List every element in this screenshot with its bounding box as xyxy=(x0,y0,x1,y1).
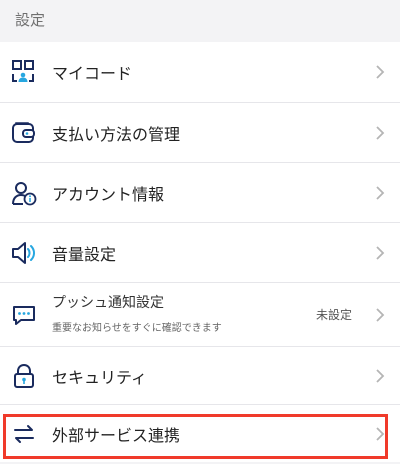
swap-arrows-icon xyxy=(11,421,37,447)
settings-item-label: 支払い方法の管理 xyxy=(52,124,181,144)
settings-item-label: 外部サービス連携 xyxy=(52,425,181,445)
settings-list: マイコード 支払い方法の管理 アカウント情報 音量設定 プッシュ通知設定 重要な… xyxy=(0,42,400,462)
settings-item-account-info[interactable]: アカウント情報 xyxy=(0,162,400,222)
chevron-right-icon xyxy=(376,245,385,260)
chevron-right-icon xyxy=(376,65,385,79)
speaker-icon xyxy=(11,240,37,266)
chat-bubble-icon xyxy=(11,302,37,328)
section-header: 設定 xyxy=(0,0,400,42)
settings-item-label: プッシュ通知設定 xyxy=(52,295,164,311)
settings-item-status: 未設定 xyxy=(315,308,352,322)
settings-item-label: アカウント情報 xyxy=(52,184,165,204)
qr-code-icon xyxy=(11,59,37,85)
settings-item-push-notifications[interactable]: プッシュ通知設定 重要なお知らせをすぐに確認できます 未設定 xyxy=(0,282,400,346)
section-title: 設定 xyxy=(15,11,46,29)
chevron-right-icon xyxy=(376,307,385,322)
chevron-right-icon xyxy=(376,125,385,140)
settings-item-payment-methods[interactable]: 支払い方法の管理 xyxy=(0,102,400,162)
lock-icon xyxy=(11,363,37,389)
chevron-right-icon xyxy=(376,426,385,441)
settings-item-label: マイコード xyxy=(52,64,133,83)
settings-item-description: 重要なお知らせをすぐに確認できます xyxy=(52,323,222,334)
settings-item-label: セキュリティ xyxy=(52,367,148,387)
chevron-right-icon xyxy=(376,185,385,200)
settings-item-security[interactable]: セキュリティ xyxy=(0,346,400,404)
settings-item-volume[interactable]: 音量設定 xyxy=(0,222,400,282)
wallet-icon xyxy=(11,120,37,146)
settings-item-label: 音量設定 xyxy=(52,244,117,264)
user-info-icon xyxy=(11,180,37,206)
chevron-right-icon xyxy=(376,368,385,383)
settings-item-my-code[interactable]: マイコード xyxy=(0,42,400,102)
settings-item-external-services[interactable]: 外部サービス連携 xyxy=(0,404,400,462)
